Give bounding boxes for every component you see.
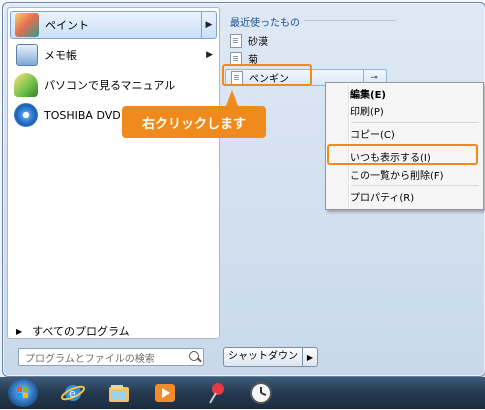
jump-list-header: 最近使ったもの: [230, 18, 300, 29]
recent-item-label: 砂漠: [248, 37, 268, 48]
menu-item-print[interactable]: 印刷(P): [350, 101, 384, 119]
menu-separator: [352, 122, 479, 123]
document-icon: [230, 33, 242, 48]
header-divider: [304, 20, 396, 21]
instruction-callout: 右クリックします: [122, 106, 266, 138]
highlight-box-always-show: [327, 144, 478, 165]
highlight-box-penguin: [222, 64, 312, 86]
search-placeholder: プログラムとファイルの検索: [25, 353, 155, 365]
search-icon: [189, 351, 199, 361]
media-player-icon[interactable]: [152, 381, 178, 405]
program-item-notepad[interactable]: メモ帳 ▶: [10, 41, 217, 69]
taskbar: e: [0, 377, 485, 409]
pinned-programs-pane: ペイント ▶ メモ帳 ▶ パソコンで見るマニュアル TOSHIBA DVD PL…: [7, 7, 220, 339]
callout-pointer: [226, 90, 238, 106]
clock-icon[interactable]: [248, 381, 274, 405]
internet-explorer-icon[interactable]: e: [60, 381, 86, 405]
shutdown-button[interactable]: シャットダウン ▶: [223, 347, 318, 367]
paint-icon: [15, 13, 39, 37]
notepad-icon: [16, 44, 38, 66]
search-input[interactable]: プログラムとファイルの検索: [18, 348, 204, 366]
all-programs-button[interactable]: ▶ すべてのプログラム: [16, 323, 130, 339]
dvd-player-icon: [14, 103, 38, 127]
manual-icon: [14, 73, 38, 97]
program-item-manual[interactable]: パソコンで見るマニュアル: [10, 71, 217, 99]
shutdown-label: シャットダウン: [224, 348, 303, 366]
menu-item-copy[interactable]: コピー(C): [350, 124, 395, 142]
recent-item[interactable]: 砂漠: [230, 32, 268, 49]
menu-item-properties[interactable]: プロパティ(R): [350, 187, 414, 205]
menu-item-remove-from-list[interactable]: この一覧から削除(F): [350, 165, 444, 183]
all-programs-label: すべてのプログラム: [32, 325, 130, 338]
start-orb-icon[interactable]: [8, 379, 38, 407]
chevron-right-icon[interactable]: ▶: [206, 50, 213, 60]
chevron-right-icon[interactable]: ▶: [201, 12, 216, 38]
pin-icon[interactable]: [204, 381, 230, 405]
menu-separator: [352, 185, 479, 186]
chevron-right-icon[interactable]: ▶: [303, 353, 317, 362]
triangle-right-icon: ▶: [16, 326, 23, 336]
program-label: パソコンで見るマニュアル: [44, 79, 176, 92]
svg-text:e: e: [69, 387, 76, 400]
program-label: メモ帳: [44, 49, 77, 62]
menu-item-edit[interactable]: 編集(E): [350, 84, 386, 102]
program-label: ペイント: [45, 19, 89, 32]
program-item-paint[interactable]: ペイント ▶: [10, 11, 217, 39]
explorer-icon[interactable]: [106, 381, 132, 405]
